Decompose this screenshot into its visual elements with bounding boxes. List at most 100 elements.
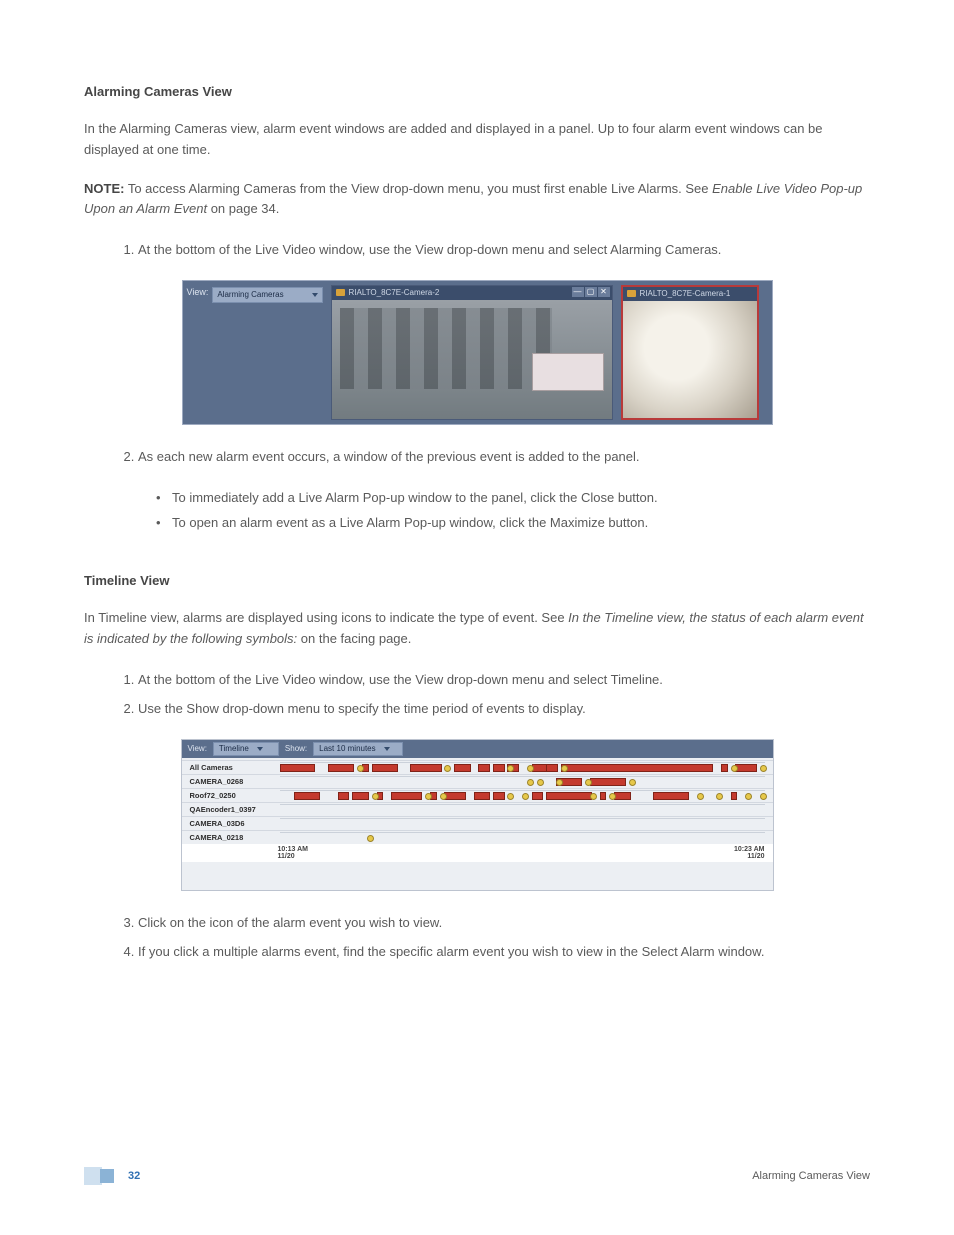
- alarm-segment[interactable]: [600, 792, 607, 800]
- alarm-segment[interactable]: [410, 764, 441, 772]
- alarm-marker-icon[interactable]: [527, 779, 534, 786]
- note-text: To access Alarming Cameras from the View…: [124, 181, 712, 196]
- chevron-down-icon: [312, 293, 318, 297]
- t-intro-c: on the facing page.: [297, 631, 411, 646]
- alarm-segment[interactable]: [372, 764, 398, 772]
- alarm-segment[interactable]: [352, 792, 369, 800]
- bullet-close: To immediately add a Live Alarm Pop-up w…: [156, 486, 870, 511]
- timeline-row-label: QAEncoder1_0397: [182, 805, 280, 814]
- step-2-3: Click on the icon of the alarm event you…: [138, 911, 870, 934]
- axis-right-date: 11/20: [734, 853, 764, 860]
- timeline-track[interactable]: [280, 776, 765, 786]
- alarm-segment[interactable]: [731, 792, 738, 800]
- heading-alarming-cameras: Alarming Cameras View: [84, 84, 870, 99]
- alarm-segment[interactable]: [614, 792, 631, 800]
- timeline-track[interactable]: [280, 762, 765, 772]
- fig2-pad: [182, 862, 773, 890]
- camera-icon: [336, 289, 345, 296]
- para-note: NOTE: To access Alarming Cameras from th…: [84, 179, 870, 221]
- alarm-marker-icon[interactable]: [697, 793, 704, 800]
- fig1-feed1-video: [332, 300, 612, 419]
- step-2-1: At the bottom of the Live Video window, …: [138, 668, 870, 691]
- step-1-1: At the bottom of the Live Video window, …: [138, 238, 870, 261]
- timeline-row-label: CAMERA_0268: [182, 777, 280, 786]
- alarm-segment[interactable]: [590, 778, 626, 786]
- page-footer: 32 Alarming Cameras View: [84, 1167, 870, 1185]
- fig1-feed1-titlebar: RIALTO_8C7E-Camera-2 — ▢ ✕: [332, 286, 612, 300]
- fig2-grid: All Cameras CAMERA_0268 Roof72_0250 QAEncod…: [182, 758, 773, 844]
- axis-right-time: 10:23 AM: [734, 846, 764, 853]
- alarm-marker-icon[interactable]: [367, 835, 374, 842]
- alarm-segment[interactable]: [532, 792, 544, 800]
- alarm-marker-icon[interactable]: [507, 793, 514, 800]
- timeline-track[interactable]: [280, 818, 765, 828]
- timeline-track[interactable]: [280, 832, 765, 842]
- alarm-marker-icon[interactable]: [760, 765, 767, 772]
- timeline-track[interactable]: [280, 804, 765, 814]
- alarm-marker-icon[interactable]: [629, 779, 636, 786]
- alarm-segment[interactable]: [493, 764, 505, 772]
- close-button[interactable]: ✕: [598, 287, 610, 297]
- alarm-segment[interactable]: [338, 792, 350, 800]
- bullet-maximize: To open an alarm event as a Live Alarm P…: [156, 511, 870, 536]
- heading-timeline: Timeline View: [84, 573, 870, 588]
- alarm-segment[interactable]: [474, 792, 491, 800]
- alarm-segment[interactable]: [454, 764, 471, 772]
- alarm-marker-icon[interactable]: [590, 793, 597, 800]
- footer-section-label: Alarming Cameras View: [752, 1170, 870, 1182]
- fig2-view-value: Timeline: [219, 744, 249, 753]
- bullet-list-1: To immediately add a Live Alarm Pop-up w…: [84, 486, 870, 535]
- alarm-marker-icon[interactable]: [561, 765, 568, 772]
- alarm-segment[interactable]: [493, 792, 505, 800]
- minimize-button[interactable]: —: [572, 287, 584, 297]
- timeline-row: All Cameras: [182, 760, 773, 774]
- alarm-marker-icon[interactable]: [440, 793, 447, 800]
- alarm-marker-icon[interactable]: [745, 793, 752, 800]
- alarm-segment[interactable]: [478, 764, 490, 772]
- fig1-view-control: View: Alarming Cameras: [187, 285, 323, 420]
- fig1-feed2-title: RIALTO_8C7E-Camera-1: [640, 289, 731, 298]
- timeline-row-label: Roof72_0250: [182, 791, 280, 800]
- timeline-row: CAMERA_0268: [182, 774, 773, 788]
- alarm-marker-icon[interactable]: [716, 793, 723, 800]
- alarm-marker-icon[interactable]: [444, 765, 451, 772]
- alarm-marker-icon[interactable]: [731, 765, 738, 772]
- fig1-feed-2[interactable]: RIALTO_8C7E-Camera-1: [621, 285, 759, 420]
- alarm-segment[interactable]: [653, 792, 689, 800]
- timeline-row: QAEncoder1_0397: [182, 802, 773, 816]
- page-number: 32: [128, 1170, 140, 1182]
- alarm-segment[interactable]: [735, 764, 756, 772]
- alarm-segment[interactable]: [444, 792, 465, 800]
- document-page: Alarming Cameras View In the Alarming Ca…: [0, 0, 954, 1235]
- step-list-1b: As each new alarm event occurs, a window…: [84, 445, 870, 468]
- para-timeline-intro: In Timeline view, alarms are displayed u…: [84, 608, 870, 650]
- alarm-segment[interactable]: [328, 764, 354, 772]
- fig2-view-dropdown[interactable]: Timeline: [213, 742, 279, 756]
- fig1-feed1-title: RIALTO_8C7E-Camera-2: [349, 288, 440, 297]
- step-2-2: Use the Show drop-down menu to specify t…: [138, 697, 870, 720]
- figure-timeline: View: Timeline Show: Last 10 minutes All…: [181, 739, 774, 891]
- alarm-segment[interactable]: [280, 764, 316, 772]
- fig1-feed-1[interactable]: RIALTO_8C7E-Camera-2 — ▢ ✕: [331, 285, 613, 420]
- maximize-button[interactable]: ▢: [585, 287, 597, 297]
- axis-left-time: 10:13 AM: [278, 846, 308, 853]
- alarm-marker-icon[interactable]: [537, 779, 544, 786]
- fig2-show-value: Last 10 minutes: [319, 744, 375, 753]
- alarm-marker-icon[interactable]: [372, 793, 379, 800]
- alarm-marker-icon[interactable]: [522, 793, 529, 800]
- fig1-feed2-video: [623, 301, 757, 418]
- alarm-segment[interactable]: [561, 764, 713, 772]
- fig2-show-dropdown[interactable]: Last 10 minutes: [313, 742, 403, 756]
- alarm-segment[interactable]: [721, 764, 728, 772]
- alarm-segment[interactable]: [546, 764, 558, 772]
- timeline-row: CAMERA_0218: [182, 830, 773, 844]
- camera-icon: [627, 290, 636, 297]
- timeline-track[interactable]: [280, 790, 765, 800]
- alarm-segment[interactable]: [294, 792, 320, 800]
- step-2-4: If you click a multiple alarms event, fi…: [138, 940, 870, 963]
- fig1-view-dropdown[interactable]: Alarming Cameras: [212, 287, 322, 303]
- alarm-segment[interactable]: [546, 792, 592, 800]
- t-intro-a: In Timeline view, alarms are displayed u…: [84, 610, 568, 625]
- alarm-marker-icon[interactable]: [760, 793, 767, 800]
- alarm-segment[interactable]: [391, 792, 422, 800]
